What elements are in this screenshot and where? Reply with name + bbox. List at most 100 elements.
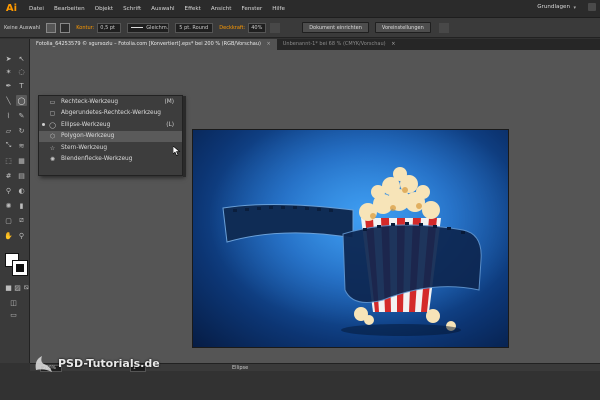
status-text: Ellipse (232, 365, 249, 371)
graph-tool-icon[interactable]: ▮ (16, 200, 27, 211)
stroke-swatch[interactable] (60, 22, 71, 33)
perspective-icon[interactable]: ▦ (16, 155, 27, 166)
rotate-icon[interactable]: ↻ (16, 125, 27, 136)
tab-unbenannt[interactable]: Unbenannt-1* bei 68 % (CMYK/Vorschau) × (277, 39, 402, 50)
direct-selection-tool-icon[interactable]: ↖ (16, 53, 27, 64)
menu-objekt[interactable]: Objekt (90, 6, 118, 12)
watermark: PSD-Tutorials.de (32, 352, 160, 374)
tab-label: Unbenannt-1* bei 68 % (CMYK/Vorschau) (282, 41, 386, 47)
menu-bearbeiten[interactable]: Bearbeiten (49, 6, 90, 12)
star-icon: ☆ (49, 144, 56, 152)
tab-fotolia[interactable]: Fotolia_64253579 © sgursozlu – Fotolia.c… (30, 39, 277, 50)
control-bar: Keine Auswahl Kontur: 0,5 pt Gleichm. 5 … (0, 18, 600, 38)
selected-bullet-icon (42, 123, 45, 126)
eyedropper-icon[interactable]: ⚲ (3, 185, 14, 196)
stroke-line-preview (131, 27, 144, 28)
tab-label: Fotolia_64253579 © sgursozlu – Fotolia.c… (36, 41, 261, 47)
flyout-tearoff-strip[interactable] (183, 96, 186, 177)
type-tool-icon[interactable]: T (16, 80, 27, 91)
document-tabs: Fotolia_64253579 © sgursozlu – Fotolia.c… (30, 39, 600, 50)
flyout-item-ellipse[interactable]: ◯ Ellipse-Werkzeug (L) (39, 119, 182, 131)
pencil-icon[interactable]: ✎ (16, 110, 27, 121)
draw-mode-icon[interactable]: ◫ (8, 297, 19, 308)
blend-icon[interactable]: ◐ (16, 185, 27, 196)
flyout-item-label: Polygon-Werkzeug (61, 133, 115, 140)
popcorn-filmstrip-illustration (193, 130, 508, 347)
menu-auswahl[interactable]: Auswahl (146, 6, 179, 12)
flyout-item-shortcut: (L) (166, 121, 174, 128)
flare-icon: ✺ (49, 156, 56, 163)
stroke-style-label: Gleichm. (146, 24, 169, 31)
selection-tool-icon[interactable]: ➤ (3, 53, 14, 64)
screen-mode-icon[interactable]: ▭ (8, 309, 19, 320)
flyout-item-label: Rechteck-Werkzeug (61, 98, 119, 105)
mouse-cursor-icon (173, 146, 181, 156)
shape-tools-flyout: ▭ Rechteck-Werkzeug (M) ▢ Abgerundetes-R… (38, 95, 186, 177)
flyout-item-label: Stern-Werkzeug (61, 144, 107, 151)
mesh-icon[interactable]: # (3, 170, 14, 181)
workspace-switcher[interactable]: Grundlagen (537, 4, 570, 10)
preferences-button[interactable]: Voreinstellungen (374, 22, 431, 33)
opacity-field[interactable]: 40% (248, 22, 267, 33)
menu-datei[interactable]: Datei (24, 6, 49, 12)
menu-ansicht[interactable]: Ansicht (206, 6, 237, 12)
flyout-item-abgerundetes-rechteck[interactable]: ▢ Abgerundetes-Rechteck-Werkzeug (39, 108, 182, 120)
opacity-label[interactable]: Deckkraft: (219, 25, 245, 31)
artwork-image[interactable] (192, 129, 509, 348)
line-tool-icon[interactable]: ╲ (3, 95, 14, 106)
ellipse-tool-icon[interactable]: ◯ (16, 95, 27, 106)
flyout-item-label: Abgerundetes-Rechteck-Werkzeug (61, 110, 161, 117)
pen-tool-icon[interactable]: ✒ (3, 80, 14, 91)
stroke-label[interactable]: Kontur: (76, 25, 94, 31)
flyout-item-label: Blendenflecke-Werkzeug (61, 156, 133, 163)
style-icon[interactable] (270, 22, 281, 33)
artboard-icon[interactable]: ▢ (3, 215, 14, 226)
app-logo: Ai (5, 3, 18, 14)
polygon-icon: ⬡ (49, 133, 56, 140)
width-tool-icon[interactable]: ≋ (16, 140, 27, 151)
hand-icon[interactable]: ✋ (3, 230, 14, 241)
psd-tutorials-logo-icon (35, 356, 52, 372)
selection-status: Keine Auswahl (4, 24, 41, 31)
stroke-style-select[interactable]: Gleichm. (127, 22, 170, 33)
zoom-icon[interactable]: ⚲ (16, 230, 27, 241)
menu-effekt[interactable]: Effekt (180, 6, 206, 12)
chevron-down-icon[interactable]: ▾ (573, 5, 576, 11)
stroke-weight-field[interactable]: 0,5 pt (97, 22, 122, 33)
paintbrush-icon[interactable]: ⌇ (3, 110, 14, 121)
close-icon[interactable]: × (391, 41, 395, 47)
watermark-text: PSD-Tutorials.de (58, 356, 160, 370)
close-icon[interactable]: × (267, 41, 271, 47)
menu-schrift[interactable]: Schrift (118, 6, 146, 12)
ellipse-icon: ◯ (49, 121, 56, 129)
arrange-icon[interactable] (438, 22, 449, 33)
brush-select[interactable]: 5 pt. Round (175, 22, 214, 33)
stroke-color-box[interactable] (12, 260, 28, 276)
window-controls (588, 3, 596, 11)
flyout-item-shortcut: (M) (164, 98, 174, 105)
tools-panel: ➤ ↖ ✶ ◌ ✒ T ╲ ◯ ⌇ ✎ ▱ ↻ ⤡ ≋ ⬚ ▦ # ▤ ⚲ ◐ … (0, 39, 30, 373)
brush-label: 5 pt. Round (179, 24, 209, 31)
flyout-item-polygon[interactable]: ⬡ Polygon-Werkzeug (39, 130, 182, 142)
menu-fenster[interactable]: Fenster (236, 6, 267, 12)
symbol-sprayer-icon[interactable]: ✺ (3, 200, 14, 211)
gradient-icon[interactable]: ▤ (16, 170, 27, 181)
menu-bar: Ai Datei Bearbeiten Objekt Schrift Auswa… (0, 0, 600, 18)
slice-icon[interactable]: ⧄ (16, 215, 27, 226)
magic-wand-icon[interactable]: ✶ (3, 66, 14, 77)
flyout-item-stern[interactable]: ☆ Stern-Werkzeug (39, 142, 182, 154)
flyout-item-blendenflecke[interactable]: ✺ Blendenflecke-Werkzeug (39, 154, 182, 166)
menu-items: Datei Bearbeiten Objekt Schrift Auswahl … (24, 6, 290, 12)
scale-icon[interactable]: ⤡ (3, 140, 14, 151)
menu-hilfe[interactable]: Hilfe (267, 6, 290, 12)
rounded-rectangle-icon: ▢ (49, 110, 56, 117)
lasso-icon[interactable]: ◌ (16, 66, 27, 77)
shape-builder-icon[interactable]: ⬚ (3, 155, 14, 166)
eraser-icon[interactable]: ▱ (3, 125, 14, 136)
search-icon[interactable] (588, 3, 596, 11)
flyout-item-label: Ellipse-Werkzeug (61, 121, 111, 128)
rectangle-icon: ▭ (49, 98, 56, 106)
document-setup-button[interactable]: Dokument einrichten (302, 22, 369, 33)
fill-swatch[interactable] (46, 22, 57, 33)
flyout-item-rechteck[interactable]: ▭ Rechteck-Werkzeug (M) (39, 96, 182, 108)
